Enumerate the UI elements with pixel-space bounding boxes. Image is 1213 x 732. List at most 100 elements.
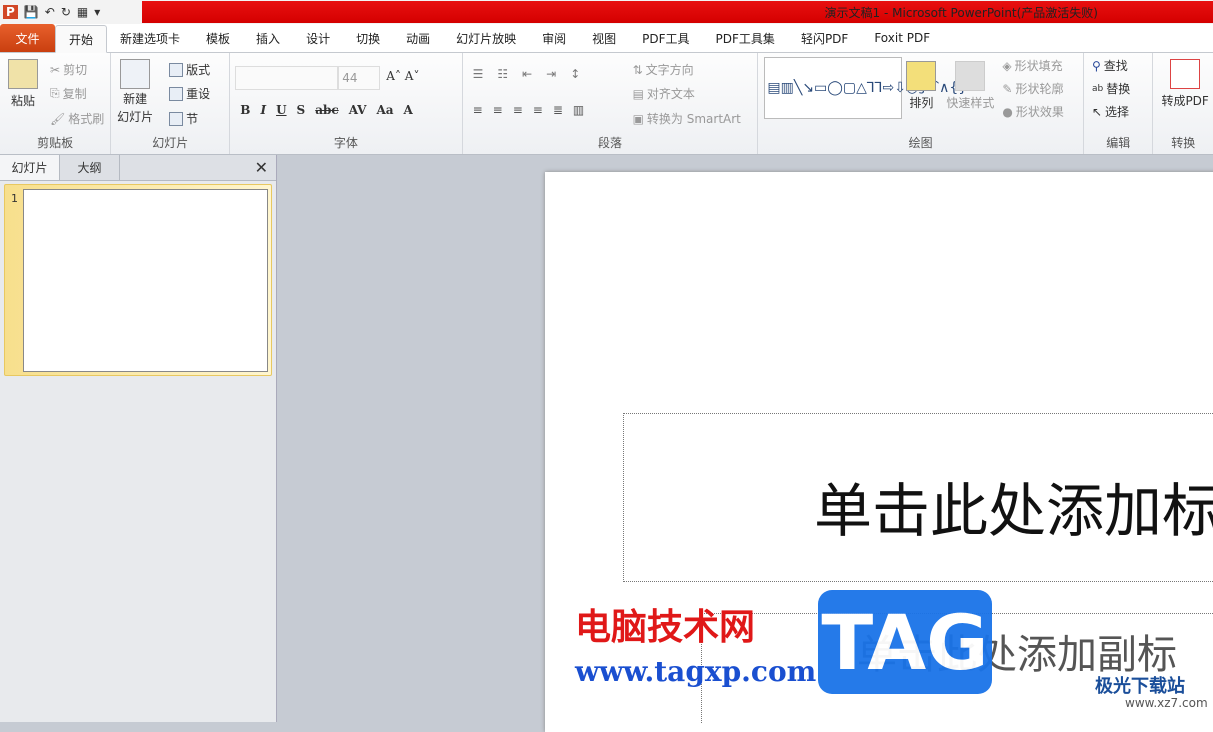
- group-label: 编辑: [1106, 136, 1131, 150]
- slide-thumbnail[interactable]: [23, 189, 268, 372]
- cursor-icon: ↖: [1091, 104, 1103, 119]
- tab-new-tab[interactable]: 新建选项卡: [107, 24, 193, 52]
- text-direction-label: 文字方向: [645, 63, 694, 77]
- change-case-icon[interactable]: Aa: [376, 103, 393, 117]
- align-right-icon[interactable]: ≡: [513, 103, 523, 117]
- group-label: 幻灯片: [152, 136, 189, 150]
- tab-transitions[interactable]: 切换: [343, 24, 393, 52]
- tab-animations[interactable]: 动画: [393, 24, 443, 52]
- tab-slides[interactable]: 幻灯片: [0, 155, 60, 180]
- undo-icon[interactable]: ↶: [45, 5, 55, 19]
- align-text-icon: ▤: [632, 86, 644, 101]
- convert-to-pdf-label: 转成PDF: [1161, 94, 1209, 108]
- font-color-icon[interactable]: A: [404, 103, 413, 117]
- font-size-combo[interactable]: 44: [338, 66, 381, 90]
- shape-outline-button[interactable]: ✎ 形状轮廓: [1002, 80, 1063, 97]
- reset-button[interactable]: 重设: [169, 85, 210, 102]
- select-label: 选择: [1105, 105, 1130, 119]
- fill-bucket-icon: ◈: [1002, 58, 1012, 73]
- tab-template[interactable]: 模板: [193, 24, 243, 52]
- format-painter-button[interactable]: 🖌 格式刷: [50, 110, 104, 127]
- tab-qingshan-pdf[interactable]: 轻闪PDF: [788, 24, 861, 52]
- slide-thumbnail-selected[interactable]: 1: [4, 184, 272, 376]
- pen-icon: ✎: [1002, 81, 1013, 96]
- distribute-icon[interactable]: ≣: [553, 103, 563, 117]
- customize-toolbar-icon[interactable]: ▾: [94, 5, 100, 19]
- shapes-gallery[interactable]: ▤▥╲↘▭◯▢△⅂⅂⇨⇩◔§⌒∧{}: [764, 57, 967, 119]
- tab-outline[interactable]: 大纲: [60, 155, 120, 180]
- section-label: 节: [186, 112, 199, 126]
- watermark-site2-url: www.xz7.com: [1125, 696, 1208, 710]
- tab-foxit-pdf[interactable]: Foxit PDF: [861, 24, 943, 52]
- shadow-icon[interactable]: S: [297, 103, 306, 117]
- char-spacing-icon[interactable]: AV: [349, 103, 367, 117]
- shape-fill-label: 形状填充: [1014, 59, 1063, 73]
- tab-file[interactable]: 文件: [0, 24, 55, 52]
- watermark-site-url: www.tagxp.com: [575, 655, 817, 688]
- layout-button[interactable]: 版式: [169, 61, 210, 78]
- tab-view[interactable]: 视图: [579, 24, 629, 52]
- font-name-combo[interactable]: [235, 66, 339, 90]
- italic-icon[interactable]: I: [260, 103, 266, 117]
- layout-icon[interactable]: ▦: [77, 5, 88, 19]
- new-slide-button[interactable]: 新建 幻灯片: [117, 59, 153, 125]
- align-center-icon[interactable]: ≡: [493, 103, 503, 117]
- tab-review[interactable]: 审阅: [529, 24, 579, 52]
- align-text-button[interactable]: ▤ 对齐文本: [633, 85, 695, 102]
- shape-fill-button[interactable]: ◈ 形状填充: [1002, 57, 1062, 74]
- replace-button[interactable]: ab 替换: [1092, 80, 1130, 97]
- pdf-icon: [1170, 59, 1201, 89]
- strikethrough-icon[interactable]: abc: [315, 103, 338, 117]
- close-icon[interactable]: ✕: [255, 158, 268, 177]
- arrange-button[interactable]: 排列: [906, 61, 937, 111]
- select-button[interactable]: ↖ 选择: [1092, 103, 1129, 120]
- text-direction-button[interactable]: ⇅ 文字方向: [633, 61, 694, 78]
- reset-label: 重设: [186, 87, 211, 101]
- tab-slideshow[interactable]: 幻灯片放映: [443, 24, 529, 52]
- bold-icon[interactable]: B: [240, 103, 250, 117]
- new-slide-icon: [120, 59, 151, 89]
- columns-icon[interactable]: ▥: [573, 103, 584, 117]
- paste-button[interactable]: 粘贴: [8, 59, 38, 109]
- tab-design[interactable]: 设计: [293, 24, 343, 52]
- cut-button[interactable]: ✂ 剪切: [50, 61, 87, 78]
- group-label: 字体: [333, 136, 358, 150]
- alignment-buttons[interactable]: ≡ ≡ ≡ ≡ ≣ ▥: [473, 103, 585, 117]
- quick-styles-button[interactable]: 快速样式: [946, 61, 994, 111]
- tab-insert[interactable]: 插入: [243, 24, 293, 52]
- align-left-icon[interactable]: ≡: [473, 103, 483, 117]
- title-placeholder[interactable]: 单击此处添加标: [623, 413, 1213, 582]
- redo-icon[interactable]: ↻: [61, 5, 71, 19]
- copy-button[interactable]: ⎘ 复制: [50, 85, 87, 102]
- save-icon[interactable]: 💾: [24, 5, 39, 19]
- numbering-icon[interactable]: ☷: [497, 67, 508, 81]
- section-button[interactable]: 节: [169, 110, 198, 127]
- bullets-icon[interactable]: ☰: [473, 67, 484, 81]
- group-font: 44 A˄ A˅ B I U Sabc AV Aa A 字体: [230, 53, 463, 154]
- font-format-buttons[interactable]: B I U Sabc AV Aa A: [240, 103, 413, 117]
- outdent-icon[interactable]: ⇥: [546, 67, 556, 81]
- find-button[interactable]: ⚲ 查找: [1092, 57, 1128, 74]
- tab-home[interactable]: 开始: [55, 25, 108, 53]
- binoculars-icon: ⚲: [1091, 58, 1101, 73]
- line-spacing-icon[interactable]: ↕: [570, 67, 580, 81]
- grow-shrink-font-buttons[interactable]: A˄ A˅: [386, 69, 419, 83]
- arrange-label: 排列: [909, 96, 934, 110]
- cut-label: 剪切: [63, 63, 88, 77]
- shape-effects-button[interactable]: ● 形状效果: [1002, 103, 1064, 120]
- list-indent-buttons[interactable]: ☰ ☷ ⇤ ⇥ ↕: [473, 67, 581, 81]
- effects-icon: ●: [1002, 104, 1013, 119]
- replace-icon: ab: [1091, 83, 1104, 94]
- powerpoint-logo-icon: P: [3, 5, 18, 19]
- underline-icon[interactable]: U: [276, 103, 286, 117]
- indent-icon[interactable]: ⇤: [522, 67, 532, 81]
- arrange-icon: [906, 61, 937, 91]
- tab-pdf-tools[interactable]: PDF工具: [629, 24, 702, 52]
- reset-icon: [169, 86, 184, 101]
- convert-to-pdf-button[interactable]: 转成PDF: [1161, 59, 1209, 109]
- smartart-button[interactable]: ▣ 转换为 SmartArt: [633, 110, 741, 127]
- justify-icon[interactable]: ≡: [533, 103, 543, 117]
- tab-pdf-toolset[interactable]: PDF工具集: [703, 24, 788, 52]
- group-clipboard: 粘贴 ✂ 剪切 ⎘ 复制 🖌 格式刷 剪贴板: [0, 53, 112, 154]
- watermark-site-name: 电脑技术网: [575, 607, 756, 648]
